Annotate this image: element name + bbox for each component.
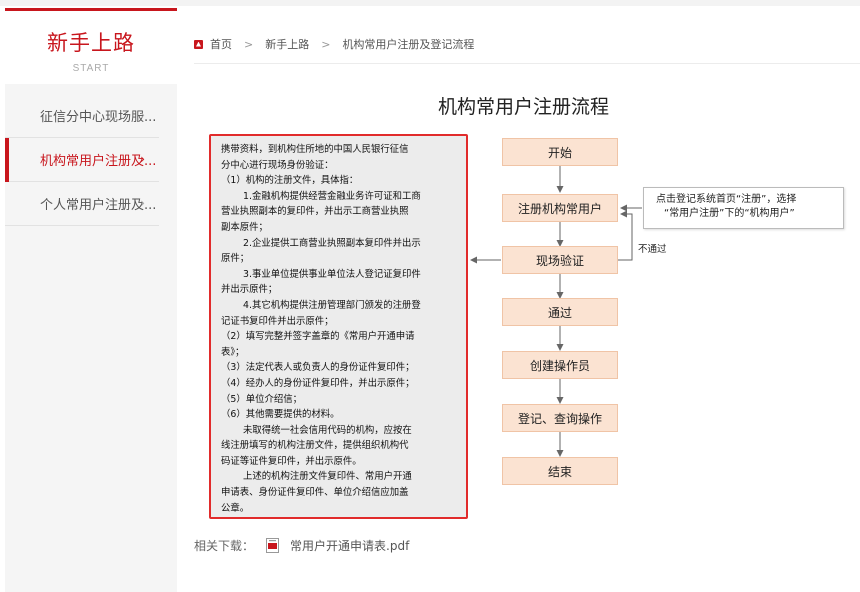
flow-node-verify: 现场验证 [502,246,618,274]
flow-node-register: 注册机构常用户 [502,194,618,222]
arrow-fail-loop [618,210,633,261]
flow-node-operations: 登记、查询操作 [502,404,618,432]
download-link-application-form[interactable]: 常用户开通申请表.pdf [290,537,409,554]
flow-node-end: 结束 [502,457,618,485]
pdf-icon [266,538,280,553]
downloads-label: 相关下载： [194,539,255,553]
flow-note-line: 点击登记系统首页“注册”，选择 [656,194,797,205]
flow-note: 点击登记系统首页“注册”，选择 “常用户注册”下的“机构用户” [643,187,844,229]
flow-node-create-operator: 创建操作员 [502,351,618,379]
flow-fail-label: 不通过 [638,244,667,255]
flow-connectors [470,166,642,457]
downloads: 相关下载： 常用户开通申请表.pdf [194,537,409,554]
flow-note-line: “常用户注册”下的“机构用户” [664,208,795,219]
flow-node-pass: 通过 [502,298,618,326]
flow-node-start: 开始 [502,138,618,166]
